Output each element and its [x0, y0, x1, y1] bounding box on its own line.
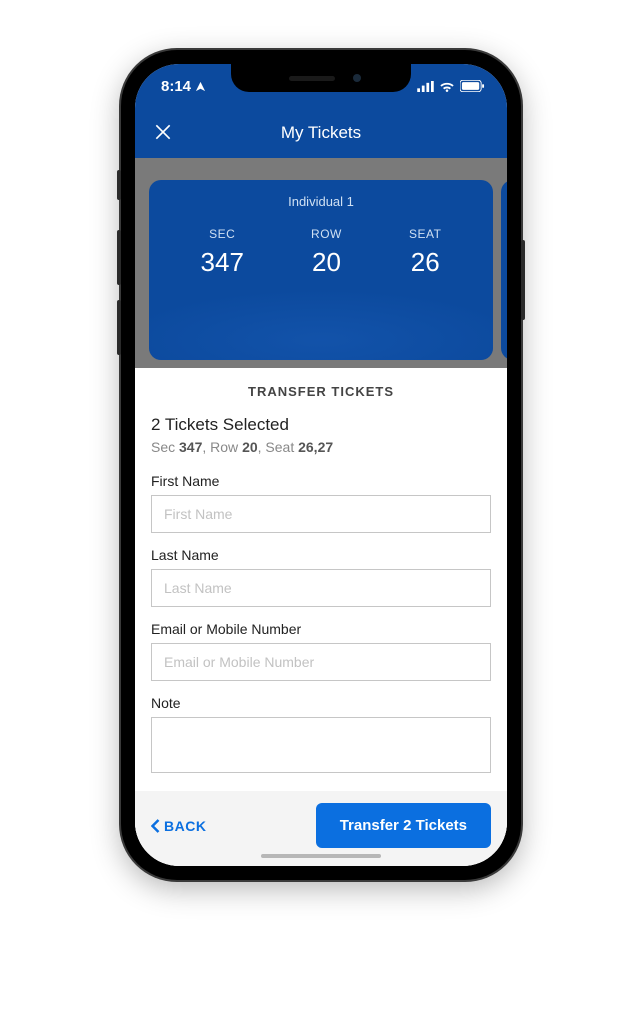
- page-title: My Tickets: [281, 123, 361, 143]
- tickets-selected-detail: Sec 347, Row 20, Seat 26,27: [151, 439, 491, 455]
- ticket-individual-label: Individual 1: [149, 194, 493, 209]
- close-icon[interactable]: [153, 122, 173, 142]
- volume-down-button: [117, 300, 121, 355]
- side-button: [117, 170, 121, 200]
- section-column: SEC 347: [201, 227, 244, 278]
- transfer-button[interactable]: Transfer 2 Tickets: [316, 803, 491, 848]
- seat-column: SEAT 26: [409, 227, 441, 278]
- stadium-graphic: [149, 280, 493, 360]
- seat-info-row: SEC 347 ROW 20 SEAT 26: [149, 227, 493, 278]
- section-value: 347: [201, 247, 244, 278]
- nav-bar: My Tickets: [135, 108, 507, 158]
- cellular-icon: [417, 81, 434, 92]
- note-label: Note: [151, 695, 491, 711]
- status-time: 8:14: [161, 78, 191, 95]
- row-label: ROW: [311, 227, 342, 241]
- notch: [231, 64, 411, 92]
- email-field: Email or Mobile Number: [151, 621, 491, 681]
- ticket-card[interactable]: Individual 1 SEC 347 ROW 20 SEAT 26: [149, 180, 493, 360]
- next-ticket-peek[interactable]: [501, 180, 507, 360]
- email-input[interactable]: [151, 643, 491, 681]
- row-value: 20: [312, 247, 341, 278]
- note-input[interactable]: [151, 717, 491, 773]
- transfer-form: TRANSFER TICKETS 2 Tickets Selected Sec …: [135, 368, 507, 866]
- row-column: ROW 20: [311, 227, 342, 278]
- battery-icon: [460, 80, 485, 92]
- form-header: TRANSFER TICKETS: [135, 368, 507, 415]
- last-name-label: Last Name: [151, 547, 491, 563]
- phone-frame: 8:14 My Tickets Individual 1 SEC 347: [121, 50, 521, 880]
- chevron-left-icon: [151, 819, 160, 833]
- form-body: 2 Tickets Selected Sec 347, Row 20, Seat…: [135, 415, 507, 791]
- first-name-label: First Name: [151, 473, 491, 489]
- section-label: SEC: [209, 227, 235, 241]
- volume-up-button: [117, 230, 121, 285]
- home-indicator[interactable]: [261, 854, 381, 858]
- seat-label: SEAT: [409, 227, 441, 241]
- power-button: [521, 240, 525, 320]
- location-icon: [195, 81, 206, 92]
- screen: 8:14 My Tickets Individual 1 SEC 347: [135, 64, 507, 866]
- status-time-group: 8:14: [161, 78, 206, 95]
- first-name-input[interactable]: [151, 495, 491, 533]
- back-button-label: BACK: [164, 818, 206, 834]
- seat-value: 26: [411, 247, 440, 278]
- tickets-selected-title: 2 Tickets Selected: [151, 415, 491, 435]
- email-label: Email or Mobile Number: [151, 621, 491, 637]
- last-name-input[interactable]: [151, 569, 491, 607]
- first-name-field: First Name: [151, 473, 491, 533]
- status-icons: [417, 80, 485, 92]
- ticket-card-area: Individual 1 SEC 347 ROW 20 SEAT 26: [135, 158, 507, 368]
- wifi-icon: [439, 80, 455, 92]
- last-name-field: Last Name: [151, 547, 491, 607]
- note-field: Note: [151, 695, 491, 778]
- back-button[interactable]: BACK: [151, 818, 206, 834]
